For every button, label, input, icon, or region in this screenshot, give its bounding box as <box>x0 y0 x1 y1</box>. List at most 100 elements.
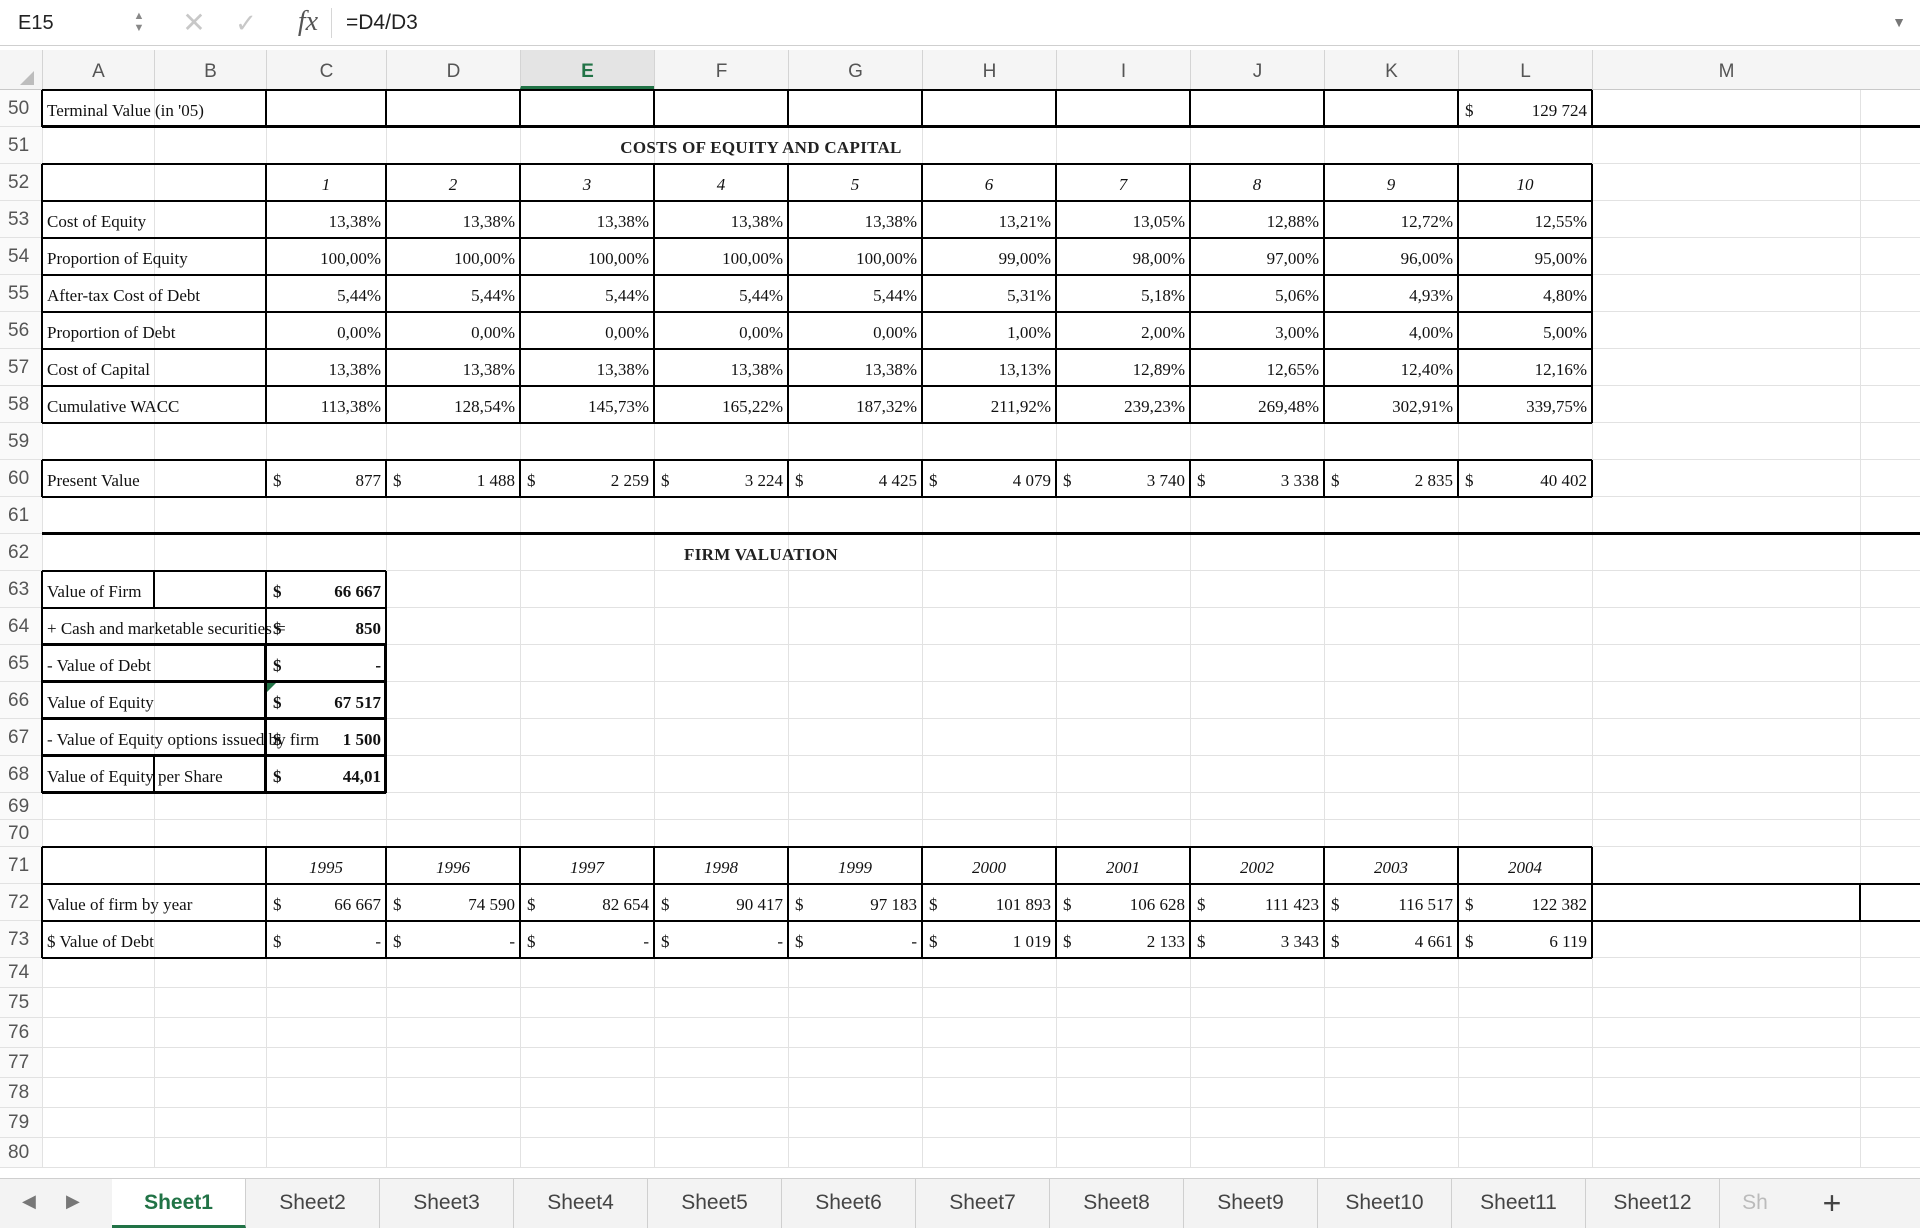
row-header-67[interactable]: 67 <box>0 719 42 756</box>
year-index-cell[interactable]: 3 <box>520 164 654 201</box>
column-header-m[interactable]: M <box>1592 50 1860 89</box>
cell-value[interactable]: 12,88% <box>1190 201 1324 238</box>
cell-value[interactable]: 97 183 <box>788 884 922 921</box>
cell-value[interactable]: 13,38% <box>386 349 520 386</box>
sheet-tab-sh[interactable]: Sh <box>1720 1179 1790 1228</box>
year-index-cell[interactable]: 5 <box>788 164 922 201</box>
cell-label[interactable]: - Value of Debt <box>42 645 266 682</box>
cell-value[interactable]: 100,00% <box>386 238 520 275</box>
cell-label[interactable]: Value of Equity <box>42 682 266 719</box>
cell-label[interactable]: After-tax Cost of Debt <box>42 275 200 312</box>
cell-value[interactable]: 3 343 <box>1190 921 1324 958</box>
cell-value[interactable]: 877 <box>266 460 386 497</box>
row-header-69[interactable]: 69 <box>0 793 42 820</box>
row-header-78[interactable]: 78 <box>0 1078 42 1108</box>
cell-value[interactable]: 5,44% <box>520 275 654 312</box>
column-header-c[interactable]: C <box>266 50 386 89</box>
cell-label[interactable]: Value of firm by year <box>42 884 192 921</box>
row-header-71[interactable]: 71 <box>0 847 42 884</box>
cell-value[interactable]: 113,38% <box>266 386 386 423</box>
cell-value[interactable]: 145,73% <box>520 386 654 423</box>
row-header-51[interactable]: 51 <box>0 127 42 164</box>
cell-value[interactable]: 66 667 <box>266 884 386 921</box>
cell-value[interactable]: 4 661 <box>1324 921 1458 958</box>
cell-value[interactable]: 4 079 <box>922 460 1056 497</box>
column-header-b[interactable]: B <box>154 50 266 89</box>
column-header-d[interactable]: D <box>386 50 520 89</box>
row-header-66[interactable]: 66 <box>0 682 42 719</box>
year-index-cell[interactable]: 9 <box>1324 164 1458 201</box>
calendar-year-cell[interactable]: 1998 <box>654 847 788 884</box>
cell-value[interactable]: 5,31% <box>922 275 1056 312</box>
row-header-64[interactable]: 64 <box>0 608 42 645</box>
row-header-76[interactable]: 76 <box>0 1018 42 1048</box>
row-header-70[interactable]: 70 <box>0 820 42 847</box>
cell-value[interactable]: 4,00% <box>1324 312 1458 349</box>
column-header-a[interactable]: A <box>42 50 154 89</box>
cell-value[interactable]: 5,44% <box>266 275 386 312</box>
cell-value[interactable]: 111 423 <box>1190 884 1324 921</box>
cell-value[interactable]: 5,00% <box>1458 312 1592 349</box>
cell-value[interactable]: 66 667 <box>266 571 386 608</box>
calendar-year-cell[interactable]: 1996 <box>386 847 520 884</box>
calendar-year-cell[interactable]: 2003 <box>1324 847 1458 884</box>
year-index-cell[interactable]: 7 <box>1056 164 1190 201</box>
row-header-79[interactable]: 79 <box>0 1108 42 1138</box>
row-header-65[interactable]: 65 <box>0 645 42 682</box>
cell-value[interactable]: 165,22% <box>654 386 788 423</box>
cell-value[interactable]: 12,72% <box>1324 201 1458 238</box>
calendar-year-cell[interactable]: 1997 <box>520 847 654 884</box>
sheet-tab-sheet10[interactable]: Sheet10 <box>1318 1179 1452 1228</box>
cell-value[interactable]: 13,38% <box>266 349 386 386</box>
cell-value[interactable]: 100,00% <box>266 238 386 275</box>
cell-value[interactable]: 106 628 <box>1056 884 1190 921</box>
sheet-tab-sheet11[interactable]: Sheet11 <box>1452 1179 1586 1228</box>
cell-label[interactable]: Cumulative WACC <box>42 386 179 423</box>
cell-value[interactable]: 3 224 <box>654 460 788 497</box>
cell-value[interactable]: 13,38% <box>520 201 654 238</box>
column-header-g[interactable]: G <box>788 50 922 89</box>
cell-value[interactable]: 239,23% <box>1056 386 1190 423</box>
sheet-tab-sheet6[interactable]: Sheet6 <box>782 1179 916 1228</box>
cell-label[interactable]: Present Value <box>42 460 154 497</box>
cell-value[interactable]: 122 382 <box>1458 884 1592 921</box>
cell-value[interactable]: 302,91% <box>1324 386 1458 423</box>
cell-value[interactable]: 2,00% <box>1056 312 1190 349</box>
row-header-74[interactable]: 74 <box>0 958 42 988</box>
cell-value[interactable]: 128,54% <box>386 386 520 423</box>
year-index-cell[interactable]: 2 <box>386 164 520 201</box>
row-header-55[interactable]: 55 <box>0 275 42 312</box>
sheet-tab-sheet7[interactable]: Sheet7 <box>916 1179 1050 1228</box>
cell-value[interactable]: 1 500 <box>266 719 386 756</box>
row-header-68[interactable]: 68 <box>0 756 42 793</box>
row-header-60[interactable]: 60 <box>0 460 42 497</box>
cell-value[interactable]: - <box>266 645 386 682</box>
cell-value[interactable]: 0,00% <box>386 312 520 349</box>
prev-sheet-icon[interactable]: ◀ <box>22 1191 36 1212</box>
cell-value[interactable]: 13,38% <box>788 349 922 386</box>
calendar-year-cell[interactable]: 2004 <box>1458 847 1592 884</box>
cell-value[interactable]: 3 740 <box>1056 460 1190 497</box>
cell-value[interactable]: 12,65% <box>1190 349 1324 386</box>
cell-value[interactable]: 13,38% <box>386 201 520 238</box>
cell-value[interactable]: 13,05% <box>1056 201 1190 238</box>
sheet-tab-sheet1[interactable]: Sheet1 <box>112 1179 246 1228</box>
cell-label[interactable]: - Value of Equity options issued by firm <box>42 719 319 756</box>
cell-value[interactable]: 13,38% <box>266 201 386 238</box>
row-header-75[interactable]: 75 <box>0 988 42 1018</box>
cell-value[interactable]: 3,00% <box>1190 312 1324 349</box>
year-index-cell[interactable]: 6 <box>922 164 1056 201</box>
cell-label[interactable]: Cost of Equity <box>42 201 154 238</box>
row-header-50[interactable]: 50 <box>0 90 42 127</box>
cell-value[interactable]: - <box>266 921 386 958</box>
cell-value[interactable]: 129 724 <box>1458 90 1592 127</box>
row-header-77[interactable]: 77 <box>0 1048 42 1078</box>
expand-icon[interactable]: ▼ <box>1892 14 1906 30</box>
column-header-f[interactable]: F <box>654 50 788 89</box>
calendar-year-cell[interactable]: 1999 <box>788 847 922 884</box>
year-index-cell[interactable]: 8 <box>1190 164 1324 201</box>
cell-value[interactable]: 3 338 <box>1190 460 1324 497</box>
column-header-j[interactable]: J <box>1190 50 1324 89</box>
cell-value[interactable]: 850 <box>266 608 386 645</box>
calendar-year-cell[interactable]: 1995 <box>266 847 386 884</box>
